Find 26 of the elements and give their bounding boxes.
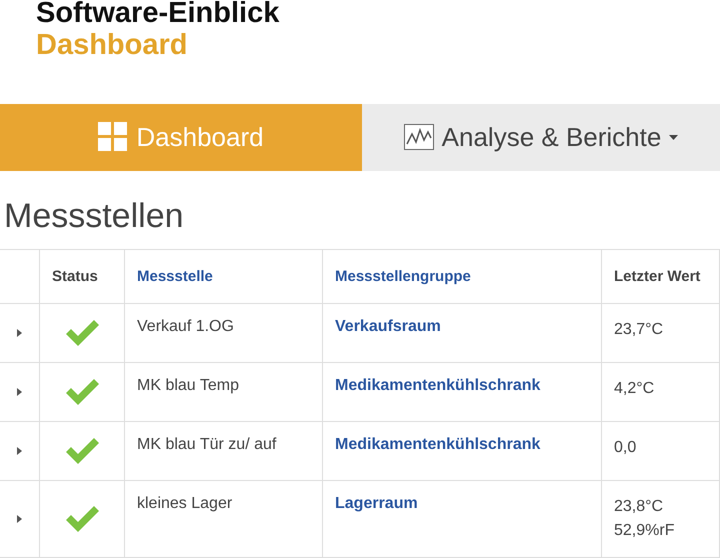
page-title: Software-Einblick [36,0,280,28]
group-link[interactable]: Medikamentenkühlschrank [323,363,602,422]
value-text: 0,0 [614,438,638,458]
section-title: Messstellen [3,196,185,238]
column-header: Status [40,250,125,304]
value-text: 23,8°C [614,497,664,517]
table-cell: MK blau Temp [125,363,323,422]
expand-icon[interactable] [17,515,22,523]
chart-icon [404,124,434,150]
expand-icon[interactable] [17,388,22,396]
expand-icon[interactable] [17,329,22,337]
group-link[interactable]: Lagerraum [323,481,602,558]
column-header[interactable]: Messstellengruppe [323,250,602,304]
column-header: Letzter Wert [602,250,720,304]
group-link[interactable]: Medikamentenkühlschrank [323,422,602,481]
value-text: 23,7°C [614,320,664,340]
value-text: 52,9%rF [614,521,676,541]
column-header[interactable]: Messstelle [125,250,323,304]
grid-icon [98,122,128,152]
table-cell: Verkauf 1.OG [125,304,323,363]
expand-icon[interactable] [17,447,22,455]
group-link[interactable]: Verkaufsraum [323,304,602,363]
value-text: 4,2°C [614,379,656,399]
page-subtitle: Dashboard [36,28,188,62]
table-cell: MK blau Tür zu/ auf [125,422,323,481]
table-cell: kleines Lager [125,481,323,558]
